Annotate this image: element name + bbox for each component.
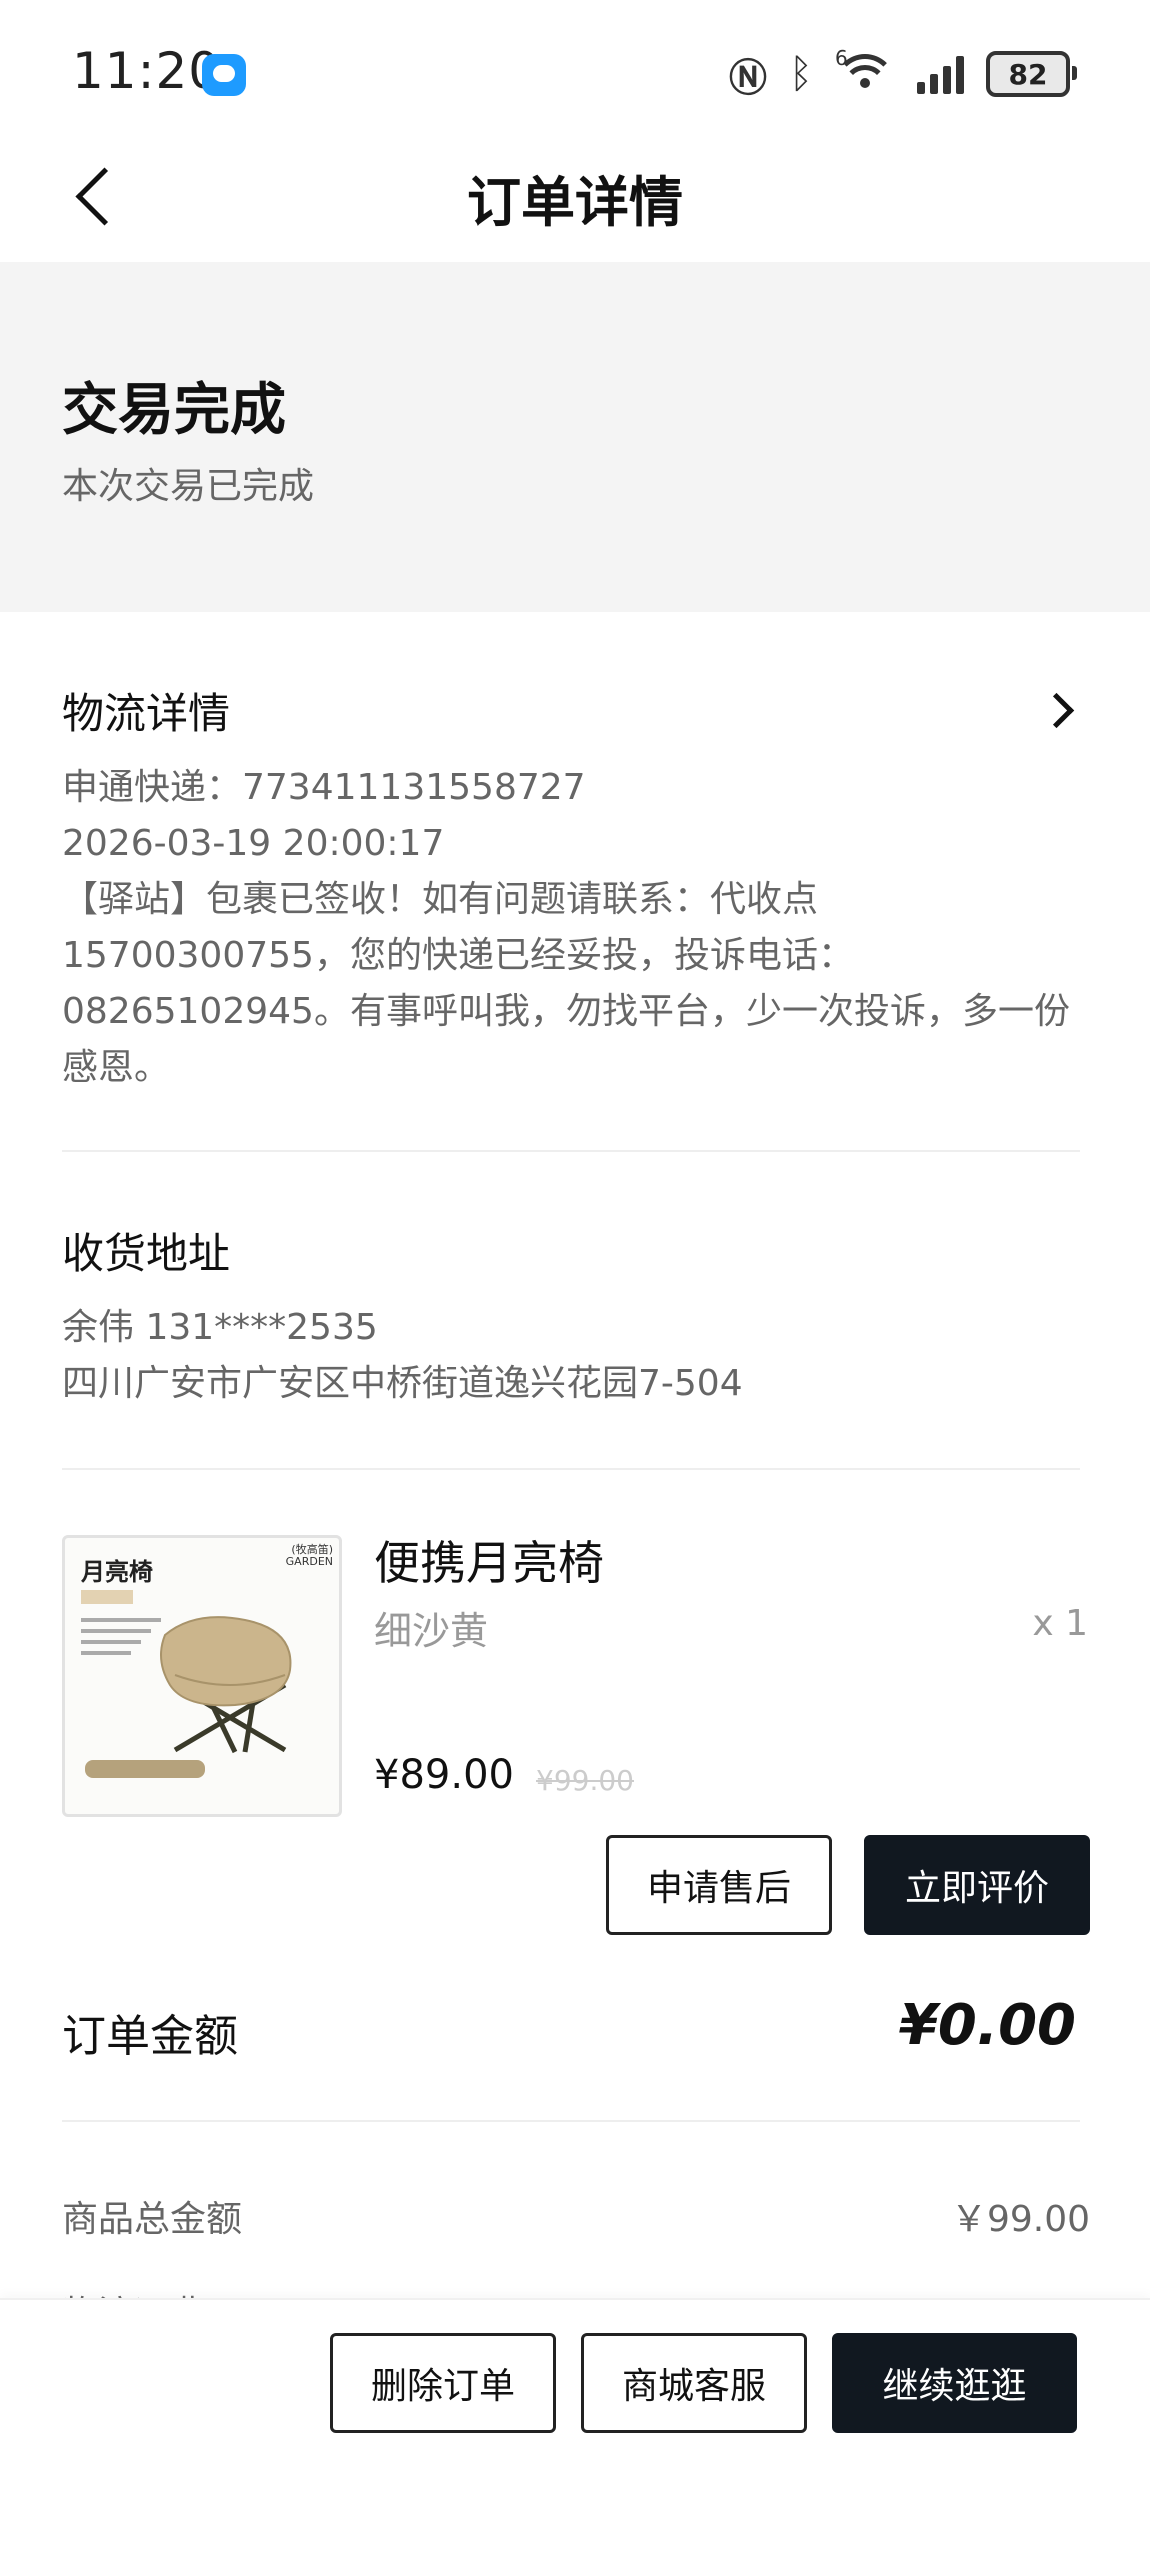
product-variant: 细沙黄 (374, 1609, 489, 1653)
product-name[interactable]: 便携月亮椅 (374, 1527, 604, 1593)
goods-total-value: ￥99.00 (950, 2199, 1090, 2240)
after-sale-button[interactable]: 申请售后 (606, 1835, 832, 1935)
address-title: 收货地址 (62, 1229, 231, 1278)
logistics-tracking: 申通快递：773411131558727 (62, 767, 586, 808)
address-details: 余伟 131****2535 四川广安市广安区中桥街道逸兴花园7-504 (62, 1300, 1082, 1412)
battery-icon: 82 (986, 51, 1077, 97)
product-original-price: ¥99.00 (536, 1764, 634, 1797)
order-status-subtitle: 本次交易已完成 (62, 466, 315, 507)
divider (62, 2120, 1080, 2122)
nfc-icon: Ⓝ (728, 55, 767, 100)
battery-level: 82 (1008, 57, 1048, 91)
bluetooth-icon: ᛒ (789, 51, 813, 97)
logistics-timestamp: 2026-03-19 20:00:17 (62, 823, 445, 864)
page-title: 订单详情 (467, 171, 683, 234)
product-image[interactable]: 月亮椅 (牧高笛) GARDEN (62, 1535, 342, 1817)
address-recipient: 余伟 131****2535 (62, 1307, 378, 1348)
logistics-message: 【驿站】包裹已签收！如有问题请联系：代收点15700300755，您的快递已经妥… (62, 879, 1070, 1088)
order-status-title: 交易完成 (62, 378, 286, 443)
status-time: 11:20 (72, 42, 222, 100)
customer-service-button[interactable]: 商城客服 (581, 2333, 807, 2433)
status-icons: Ⓝ ᛒ 6 82 (728, 46, 1077, 100)
order-amount-value: ¥0.00 (898, 1993, 1076, 2058)
message-notification-icon (202, 54, 246, 96)
order-amount-label: 订单金额 (62, 2011, 238, 2062)
chevron-right-icon[interactable] (1040, 690, 1076, 726)
address-detail: 四川广安市广安区中桥街道逸兴花园7-504 (62, 1363, 743, 1404)
delete-order-button[interactable]: 删除订单 (330, 2333, 556, 2433)
continue-shopping-button[interactable]: 继续逛逛 (832, 2333, 1077, 2433)
status-bar: 11:20 Ⓝ ᛒ 6 82 (0, 0, 1150, 140)
logistics-title[interactable]: 物流详情 (62, 680, 230, 741)
goods-total-label: 商品总金额 (62, 2199, 243, 2240)
brand-logo: (牧高笛) GARDEN (285, 1543, 333, 1568)
moon-chair-illustration (160, 1616, 292, 1754)
divider (62, 1468, 1080, 1470)
review-button[interactable]: 立即评价 (864, 1835, 1090, 1935)
product-image-title: 月亮椅 (81, 1558, 153, 1586)
divider (62, 1150, 1080, 1152)
cellular-signal-icon (917, 54, 964, 94)
product-quantity: x 1 (1032, 1603, 1088, 1644)
product-price: ¥89.00 (374, 1752, 514, 1798)
wifi-icon: 6 (834, 46, 896, 96)
logistics-details: 申通快递：773411131558727 2026-03-19 20:00:17… (62, 760, 1082, 1096)
